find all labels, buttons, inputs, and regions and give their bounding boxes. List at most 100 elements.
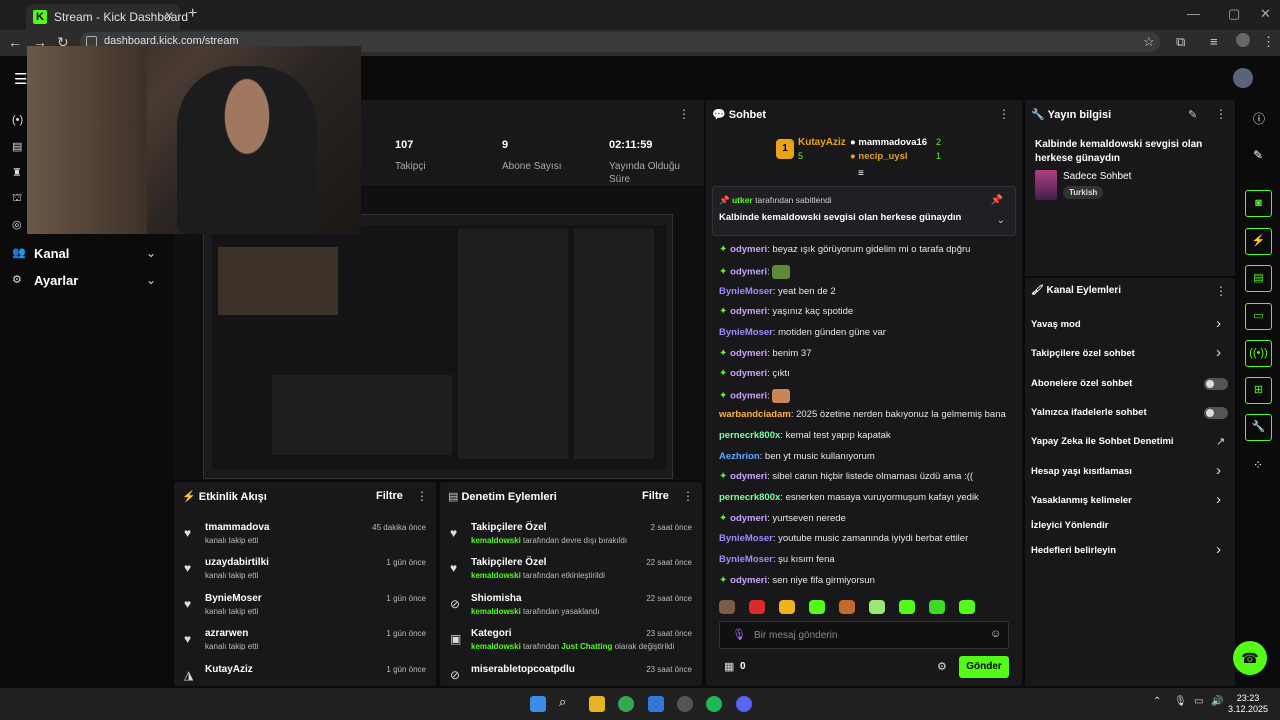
chat-username[interactable]: odymeri	[730, 306, 767, 317]
close-window-button[interactable]: ✕	[1260, 6, 1271, 22]
points-icon[interactable]: ▦	[724, 660, 734, 673]
chat-username[interactable]: BynieMoser	[719, 533, 773, 544]
channel-action-8[interactable]: İzleyici Yönlendir	[1031, 520, 1108, 531]
chat-username[interactable]: odymeri	[730, 575, 767, 586]
stream-icon[interactable]: (•)	[12, 114, 23, 126]
chat-username[interactable]: odymeri	[730, 267, 767, 278]
browser-tab[interactable]: K Stream - Kick Dashboard ✕	[26, 4, 188, 30]
chevron-right-icon[interactable]: ›	[1216, 491, 1221, 508]
edit-icon[interactable]: ✎	[1188, 108, 1197, 121]
chevron-right-icon[interactable]: ›	[1216, 344, 1221, 361]
channel-action-7[interactable]: Yasaklanmış kelimeler	[1031, 495, 1132, 506]
activity-user[interactable]: KutayAziz	[205, 664, 253, 675]
moderation-menu-icon[interactable]: ⋮	[682, 489, 694, 503]
send-button[interactable]: Gönder	[959, 656, 1009, 678]
chat-username[interactable]: Aezhrion	[719, 451, 760, 462]
activity-menu-icon[interactable]: ⋮	[416, 489, 428, 503]
new-tab-button[interactable]: +	[188, 5, 197, 23]
category-thumbnail[interactable]	[1035, 170, 1057, 200]
chat-username[interactable]: odymeri	[730, 471, 767, 482]
leaderboard-user[interactable]: ● necip_uysl	[850, 151, 908, 162]
chat-username[interactable]: odymeri	[730, 513, 767, 524]
trophy-icon[interactable]: ♜	[12, 166, 22, 179]
channel-action-9[interactable]: Hedefleri belirleyin	[1031, 545, 1116, 556]
toggle-switch[interactable]	[1204, 407, 1228, 419]
analytics-icon[interactable]: ▤	[12, 140, 22, 153]
toggle-switch[interactable]	[1204, 378, 1228, 390]
unpin-icon[interactable]: 📌	[991, 195, 1003, 206]
extensions-icon[interactable]: ⧉	[1176, 34, 1185, 50]
emoji-icon[interactable]: ☺	[990, 628, 1001, 640]
sidebar-item-ayarlar[interactable]: Ayarlar	[34, 273, 78, 288]
browser-menu-icon[interactable]: ⋮	[1262, 34, 1275, 50]
media-icon[interactable]: ≡	[1210, 34, 1218, 49]
broadcast-icon[interactable]: ((•))	[1245, 340, 1272, 367]
chevron-down-icon[interactable]: ⌄	[146, 246, 156, 260]
chat-username[interactable]: BynieMoser	[719, 327, 773, 338]
microphone-icon[interactable]: 🎙	[1174, 696, 1187, 707]
emote-icon[interactable]	[899, 600, 915, 614]
profile-avatar[interactable]	[1236, 33, 1250, 47]
back-icon[interactable]: ←	[8, 34, 22, 50]
activity-user[interactable]: BynieMoser	[205, 593, 262, 604]
info-icon[interactable]: ⓘ	[1253, 110, 1265, 127]
moderator-name[interactable]: kemaldowski	[471, 607, 521, 616]
minimize-button[interactable]: —	[1187, 6, 1200, 21]
category-name[interactable]: Sadece Sohbet	[1063, 171, 1131, 182]
file-explorer-icon[interactable]	[589, 696, 605, 712]
moderator-name[interactable]: kemaldowski	[471, 642, 521, 651]
clip-icon[interactable]: ◙	[1245, 190, 1272, 217]
tag-chip[interactable]: Turkish	[1063, 186, 1104, 199]
maximize-button[interactable]: ▢	[1228, 6, 1240, 22]
actions-menu-icon[interactable]: ⋮	[1215, 284, 1227, 298]
emote-icon[interactable]	[809, 600, 825, 614]
sidebar-item-kanal[interactable]: Kanal	[34, 246, 69, 261]
activity-filter-button[interactable]: Filtre	[376, 490, 403, 502]
system-clock[interactable]: 23:23 3.12.2025	[1228, 693, 1268, 715]
leaderboard-user[interactable]: KutayAziz	[798, 137, 846, 148]
close-tab-icon[interactable]: ✕	[164, 9, 174, 23]
chat-input[interactable]: 🎙 Bir mesaj gönderin ☺	[719, 621, 1009, 649]
chat-settings-icon[interactable]: ⚙	[937, 660, 947, 673]
chat-username[interactable]: pernecrk800x	[719, 492, 780, 503]
chat-menu-icon[interactable]: ⋮	[998, 107, 1010, 121]
external-link-icon[interactable]: ↗	[1216, 435, 1225, 448]
microphone-icon[interactable]: 🎙	[732, 628, 746, 641]
pinned-message[interactable]: 📌 utker tarafından sabitlendi Kalbinde k…	[712, 186, 1016, 236]
chat-username[interactable]: odymeri	[730, 348, 767, 359]
channel-action-2[interactable]: Takipçilere özel sohbet	[1031, 348, 1135, 359]
channel-action-4[interactable]: Yalnızca ifadelerle sohbet	[1031, 407, 1147, 418]
chat-username[interactable]: BynieMoser	[719, 286, 773, 297]
search-icon[interactable]: ⌕	[559, 694, 575, 710]
hamburger-menu-icon[interactable]: ☰	[14, 70, 27, 88]
chevron-down-icon[interactable]: ⌄	[997, 215, 1005, 226]
activity-user[interactable]: uzaydabirtilki	[205, 557, 269, 568]
community-icon[interactable]: ⛫	[12, 192, 22, 206]
chevron-right-icon[interactable]: ›	[1216, 462, 1221, 479]
document-icon[interactable]: ▤	[1245, 265, 1272, 292]
apps-icon[interactable]: ⁘	[1253, 458, 1263, 472]
store-icon[interactable]	[648, 696, 664, 712]
emote-icon[interactable]	[959, 600, 975, 614]
start-icon[interactable]	[530, 696, 546, 712]
chat-username[interactable]: odymeri	[730, 368, 767, 379]
moderator-name[interactable]: kemaldowski	[471, 571, 521, 580]
emote-icon[interactable]	[929, 600, 945, 614]
wrench-icon[interactable]: 🔧	[1245, 414, 1272, 441]
app-icon[interactable]	[677, 696, 693, 712]
chat-username[interactable]: pernecrk800x	[719, 430, 780, 441]
moderation-action[interactable]: miserabletopcoatpdlu	[471, 664, 575, 675]
channel-action-6[interactable]: Hesap yaşı kısıtlaması	[1031, 466, 1132, 477]
tray-chevron-icon[interactable]: ⌃	[1153, 696, 1161, 707]
chevron-down-icon[interactable]: ⌄	[146, 273, 156, 287]
bookmark-star-icon[interactable]: ☆	[1143, 34, 1155, 50]
stream-preview[interactable]	[203, 214, 673, 479]
spotify-icon[interactable]	[706, 696, 722, 712]
pencil-icon[interactable]: ✎	[1253, 148, 1263, 162]
emote-icon[interactable]	[869, 600, 885, 614]
emote-icon[interactable]	[719, 600, 735, 614]
emote-icon[interactable]	[749, 600, 765, 614]
layout-icon[interactable]: ⊞	[1245, 377, 1272, 404]
chrome-icon[interactable]	[618, 696, 634, 712]
activity-user[interactable]: tmammadova	[205, 522, 269, 533]
